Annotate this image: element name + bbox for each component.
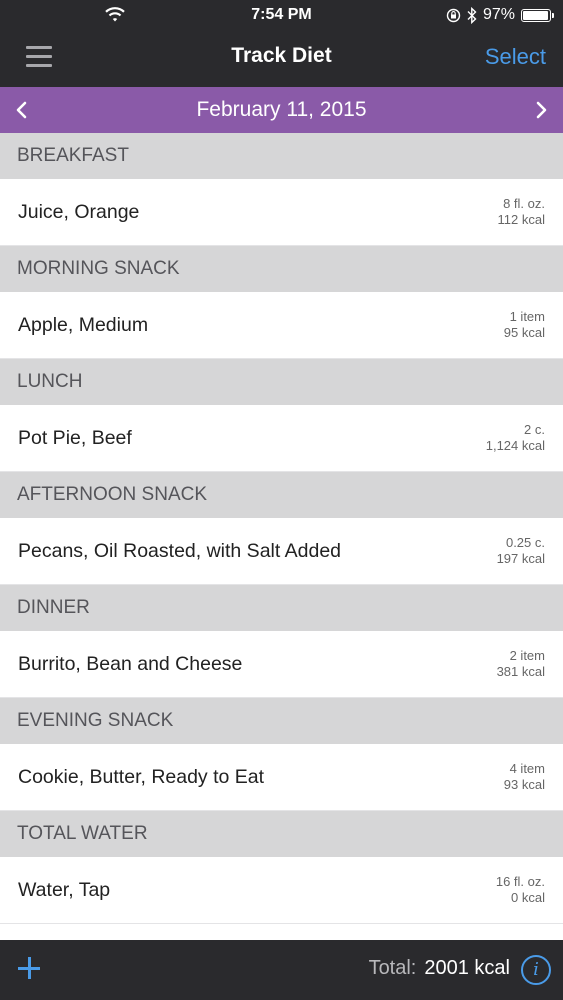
total-label: Total: — [368, 957, 417, 979]
food-meta: 2 c. 1,124 kcal — [486, 422, 545, 454]
food-amount: 2 item — [509, 648, 545, 663]
food-amount: 0.25 c. — [505, 535, 545, 550]
section-header-dinner: DINNER — [0, 585, 563, 631]
section-header-breakfast: BREAKFAST — [0, 133, 563, 179]
food-amount: 8 fl. oz. — [503, 196, 545, 211]
status-right: 97% — [446, 6, 554, 24]
food-entry-row[interactable]: Juice, Orange 8 fl. oz. 112 kcal — [0, 179, 563, 246]
section-header-afternoon-snack: AFTERNOON SNACK — [0, 472, 563, 518]
bottom-toolbar: Total: 2001 kcal i — [0, 940, 563, 1000]
date-navigation-bar: February 11, 2015 — [0, 87, 563, 133]
food-name: Apple, Medium — [18, 314, 149, 336]
status-bar: 7:54 PM 97% — [0, 0, 563, 30]
food-kcal: 95 kcal — [503, 325, 545, 340]
nav-bar: Track Diet Select — [0, 30, 563, 87]
food-meta: 4 item 93 kcal — [504, 761, 545, 793]
bluetooth-icon — [467, 6, 477, 24]
meal-list: BREAKFAST Juice, Orange 8 fl. oz. 112 kc… — [0, 133, 563, 924]
battery-icon — [521, 8, 554, 22]
food-name: Juice, Orange — [18, 201, 140, 223]
food-name: Pot Pie, Beef — [18, 427, 132, 449]
orientation-lock-icon — [446, 8, 461, 22]
page-title: Track Diet — [231, 44, 332, 67]
top-bar: 7:54 PM 97% Track Diet Select — [0, 0, 563, 87]
section-header-evening-snack: EVENING SNACK — [0, 698, 563, 744]
food-kcal: 0 kcal — [511, 890, 545, 905]
food-kcal: 1,124 kcal — [485, 438, 545, 453]
battery-percent: 97% — [482, 6, 515, 23]
section-header-morning-snack: MORNING SNACK — [0, 246, 563, 292]
food-meta: 0.25 c. 197 kcal — [497, 535, 545, 567]
food-amount: 4 item — [509, 761, 545, 776]
food-entry-row[interactable]: Pecans, Oil Roasted, with Salt Added 0.2… — [0, 518, 563, 585]
total-calories: Total: 2001 kcal — [369, 957, 510, 980]
food-name: Burrito, Bean and Cheese — [18, 653, 243, 675]
section-header-total-water: TOTAL WATER — [0, 811, 563, 857]
food-meta: 2 item 381 kcal — [497, 648, 545, 680]
add-icon[interactable] — [18, 957, 40, 979]
food-kcal: 197 kcal — [496, 551, 545, 566]
food-kcal: 93 kcal — [503, 777, 545, 792]
food-entry-row[interactable]: Pot Pie, Beef 2 c. 1,124 kcal — [0, 405, 563, 472]
food-amount: 1 item — [509, 309, 545, 324]
current-date: February 11, 2015 — [196, 98, 367, 121]
food-amount: 16 fl. oz. — [495, 874, 545, 889]
food-entry-row[interactable]: Apple, Medium 1 item 95 kcal — [0, 292, 563, 359]
food-entry-row[interactable]: Burrito, Bean and Cheese 2 item 381 kcal — [0, 631, 563, 698]
food-meta: 8 fl. oz. 112 kcal — [498, 196, 545, 228]
section-header-lunch: LUNCH — [0, 359, 563, 405]
total-value: 2001 kcal — [424, 957, 510, 979]
food-entry-row[interactable]: Cookie, Butter, Ready to Eat 4 item 93 k… — [0, 744, 563, 811]
food-kcal: 381 kcal — [496, 664, 545, 679]
food-name: Cookie, Butter, Ready to Eat — [18, 766, 265, 788]
food-amount: 2 c. — [524, 422, 545, 437]
select-button[interactable]: Select — [485, 44, 546, 70]
food-name: Water, Tap — [18, 879, 111, 901]
food-kcal: 112 kcal — [497, 212, 545, 227]
food-meta: 16 fl. oz. 0 kcal — [496, 874, 545, 906]
info-icon[interactable]: i — [521, 955, 551, 985]
food-entry-row[interactable]: Water, Tap 16 fl. oz. 0 kcal — [0, 857, 563, 924]
chevron-right-icon[interactable] — [531, 99, 551, 121]
food-meta: 1 item 95 kcal — [504, 309, 545, 341]
food-name: Pecans, Oil Roasted, with Salt Added — [18, 540, 342, 562]
